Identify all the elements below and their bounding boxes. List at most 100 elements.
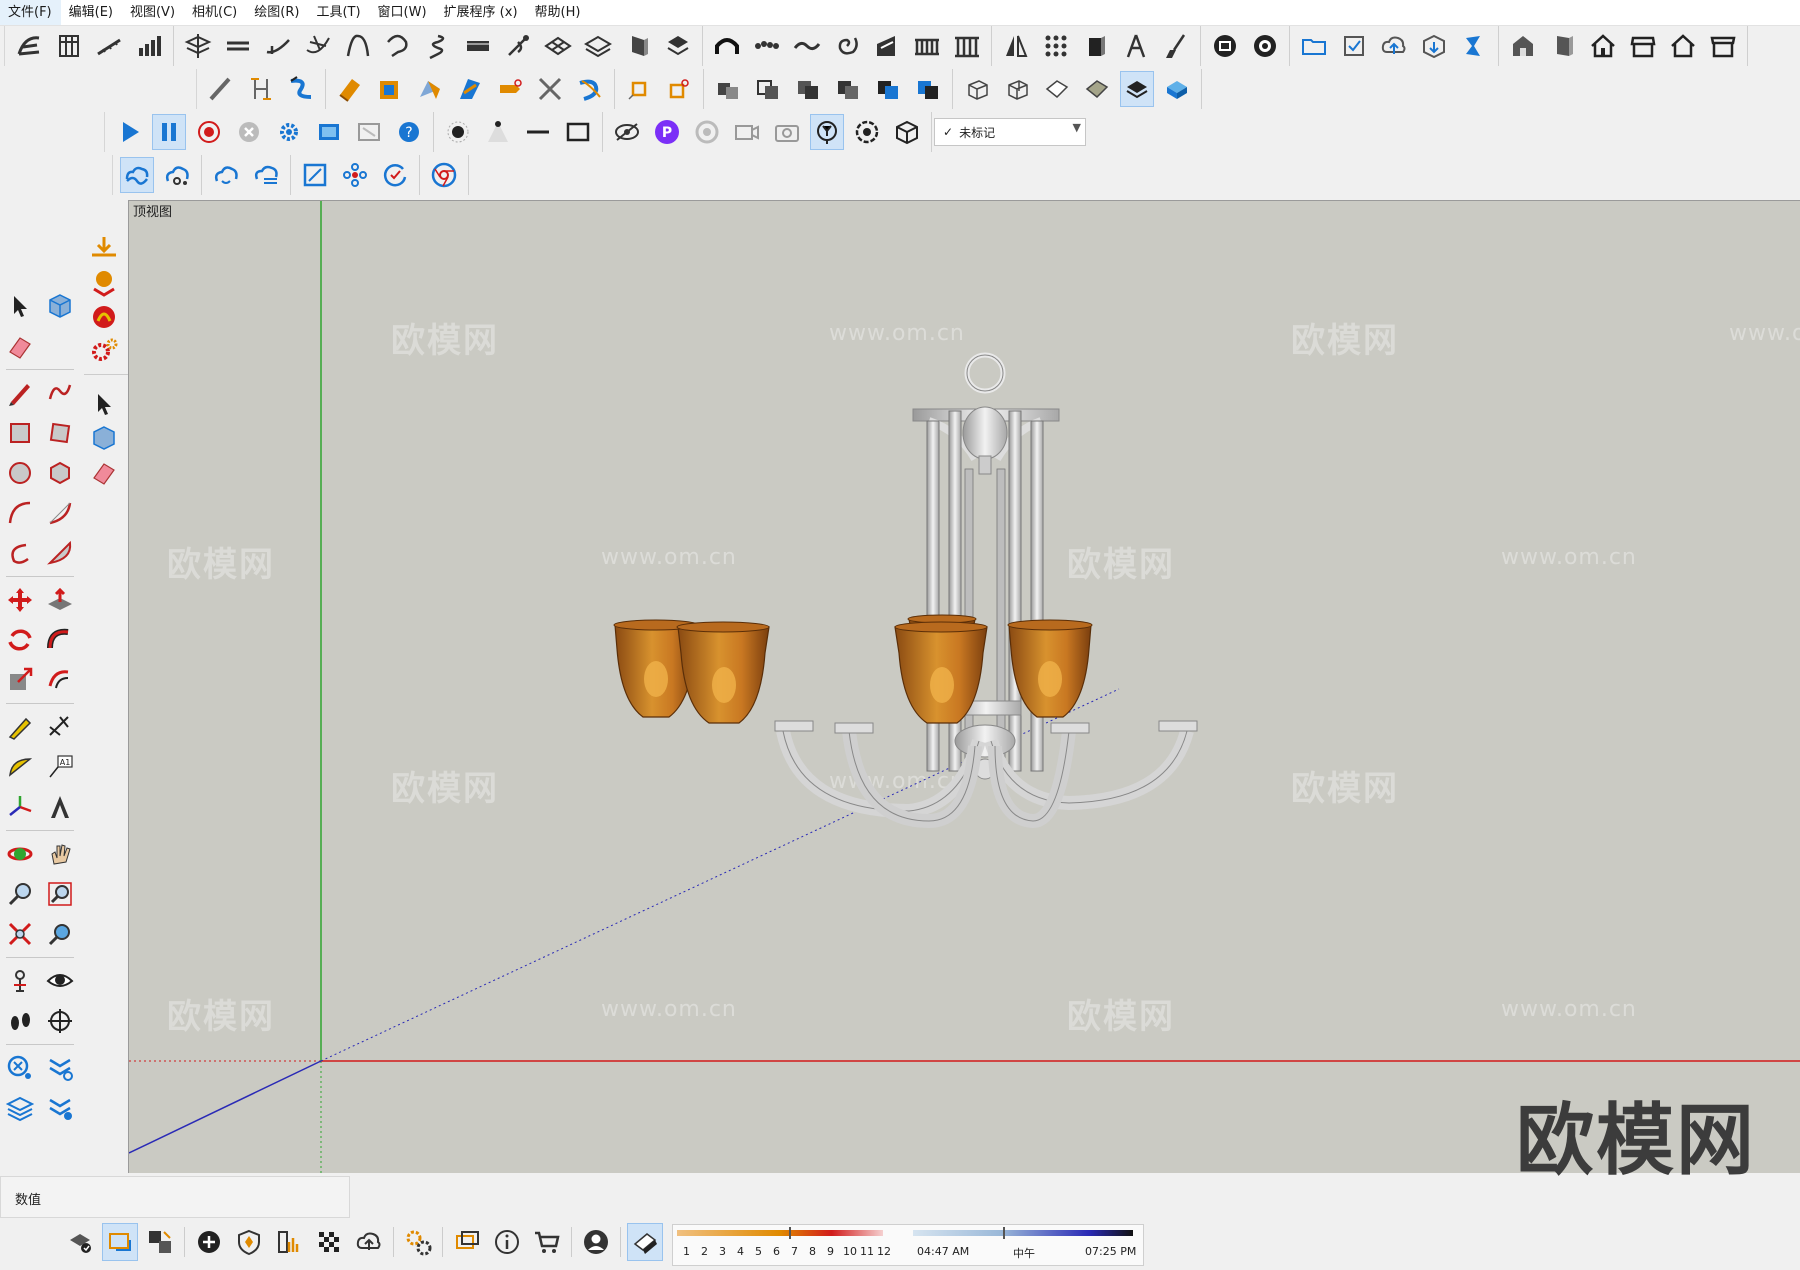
eraser-icon[interactable] bbox=[3, 329, 37, 363]
flower-icon[interactable] bbox=[851, 115, 883, 149]
record-icon[interactable] bbox=[193, 115, 225, 149]
box-blue-icon[interactable] bbox=[1161, 72, 1193, 106]
cross-cut-icon[interactable] bbox=[534, 72, 566, 106]
box-down-icon[interactable] bbox=[891, 115, 923, 149]
house-3d-icon[interactable] bbox=[1507, 29, 1539, 63]
brush-icon[interactable] bbox=[1160, 29, 1192, 63]
video-icon[interactable] bbox=[313, 115, 345, 149]
measurements-box[interactable]: 数值 bbox=[0, 1176, 350, 1218]
beads-icon[interactable] bbox=[751, 29, 783, 63]
cloud-refresh-icon[interactable] bbox=[210, 158, 242, 192]
cabinet-icon[interactable] bbox=[1547, 29, 1579, 63]
pan-hand-icon[interactable] bbox=[43, 837, 77, 871]
chat-icon[interactable] bbox=[450, 1224, 484, 1260]
stairs-icon[interactable] bbox=[93, 29, 125, 63]
rotate-box-icon[interactable] bbox=[663, 72, 695, 106]
scale-icon[interactable] bbox=[3, 663, 37, 697]
box-wire-icon[interactable] bbox=[961, 72, 993, 106]
camera-video-icon[interactable] bbox=[731, 115, 763, 149]
wall-icon[interactable] bbox=[53, 29, 85, 63]
pause-icon[interactable] bbox=[152, 114, 186, 150]
position-camera-icon[interactable] bbox=[3, 964, 37, 998]
cloud-line-icon[interactable] bbox=[120, 157, 154, 193]
section-plane-icon[interactable] bbox=[43, 1004, 77, 1038]
info-icon[interactable] bbox=[490, 1224, 524, 1260]
push-pull-icon[interactable] bbox=[43, 583, 77, 617]
cone-light-icon[interactable] bbox=[482, 115, 514, 149]
zoom-icon[interactable] bbox=[3, 877, 37, 911]
eraser-2-icon[interactable] bbox=[87, 455, 121, 489]
cloud-list-icon[interactable] bbox=[250, 158, 282, 192]
box-download-icon[interactable] bbox=[1418, 29, 1450, 63]
transfer-icon[interactable] bbox=[143, 1224, 177, 1260]
bar-chart-icon[interactable] bbox=[133, 29, 165, 63]
folder-icon[interactable] bbox=[1298, 29, 1330, 63]
column-icon[interactable] bbox=[622, 29, 654, 63]
loop-icon[interactable] bbox=[382, 29, 414, 63]
intersect-icon[interactable] bbox=[832, 72, 864, 106]
add-circle-icon[interactable] bbox=[192, 1224, 226, 1260]
hide-icon[interactable] bbox=[611, 115, 643, 149]
colonnade-icon[interactable] bbox=[951, 29, 983, 63]
dimension-tool-icon[interactable] bbox=[43, 710, 77, 744]
zoom-extents-icon[interactable] bbox=[3, 917, 37, 951]
time-slider-track[interactable] bbox=[913, 1230, 1133, 1236]
orbit-icon[interactable] bbox=[3, 837, 37, 871]
store-icon[interactable] bbox=[1707, 29, 1739, 63]
menu-file[interactable]: 文件(F) bbox=[0, 0, 61, 25]
walk-icon[interactable] bbox=[3, 1004, 37, 1038]
shop-icon[interactable] bbox=[1627, 29, 1659, 63]
line-split-icon[interactable] bbox=[222, 29, 254, 63]
ruler-cut-icon[interactable] bbox=[494, 72, 526, 106]
swap-icon[interactable] bbox=[102, 1223, 138, 1261]
home-icon[interactable] bbox=[1587, 29, 1619, 63]
line-icon[interactable] bbox=[522, 115, 554, 149]
camera-icon[interactable] bbox=[771, 115, 803, 149]
help-icon[interactable]: ? bbox=[393, 115, 425, 149]
month-slider-thumb[interactable] bbox=[789, 1227, 791, 1239]
balustrade-icon[interactable] bbox=[911, 29, 943, 63]
fire-plugin-icon[interactable] bbox=[87, 300, 121, 334]
gear-cluster-icon[interactable] bbox=[401, 1224, 435, 1260]
look-around-icon[interactable] bbox=[43, 964, 77, 998]
shadow-toggle-icon[interactable] bbox=[627, 1223, 663, 1261]
building-chart-icon[interactable] bbox=[272, 1224, 306, 1260]
component-2-icon[interactable] bbox=[87, 421, 121, 455]
select-arrow-2-icon[interactable] bbox=[87, 387, 121, 421]
chevron-down-icon[interactable]: ▼ bbox=[1073, 121, 1081, 134]
refresh-check-icon[interactable] bbox=[379, 158, 411, 192]
axes-icon[interactable] bbox=[3, 790, 37, 824]
box-face-icon[interactable] bbox=[1041, 72, 1073, 106]
dimension-icon[interactable] bbox=[245, 72, 277, 106]
tag-selector[interactable]: ✓ 未标记 ▼ bbox=[932, 114, 1102, 150]
dot-icon[interactable] bbox=[442, 115, 474, 149]
download-orange-icon[interactable] bbox=[87, 232, 121, 266]
layers-tool-icon[interactable] bbox=[3, 1091, 37, 1125]
push-box-icon[interactable] bbox=[374, 72, 406, 106]
model-viewport[interactable]: 顶视图 欧模网 www.om.cn 欧模网 www.om.cn 欧模网 www.… bbox=[128, 200, 1800, 1173]
menu-camera[interactable]: 相机(C) bbox=[184, 0, 246, 25]
mirror-icon[interactable] bbox=[1000, 29, 1032, 63]
rectangle-icon[interactable] bbox=[3, 416, 37, 450]
arc-3pt-icon[interactable] bbox=[3, 536, 37, 570]
time-slider-thumb[interactable] bbox=[1003, 1227, 1005, 1239]
pie-icon[interactable] bbox=[43, 536, 77, 570]
trim-icon[interactable] bbox=[872, 72, 904, 106]
play-icon[interactable] bbox=[113, 115, 145, 149]
shadow-settings-bar[interactable]: 1 2 3 4 5 6 7 8 9 10 11 12 04:47 AM 中午 0… bbox=[672, 1224, 1144, 1266]
pen-node-icon[interactable] bbox=[502, 29, 534, 63]
slab-icon[interactable] bbox=[462, 29, 494, 63]
month-slider-track[interactable] bbox=[677, 1230, 883, 1236]
layers-plate-icon[interactable] bbox=[182, 29, 214, 63]
array-icon[interactable] bbox=[1040, 29, 1072, 63]
geo-location-icon[interactable] bbox=[63, 1224, 97, 1260]
cloud-upload-icon[interactable] bbox=[1378, 29, 1410, 63]
subtract-icon[interactable] bbox=[792, 72, 824, 106]
resize-icon[interactable] bbox=[299, 158, 331, 192]
tape-measure-icon[interactable] bbox=[3, 710, 37, 744]
cubes-icon[interactable] bbox=[712, 72, 744, 106]
ring-icon[interactable] bbox=[691, 115, 723, 149]
loft-icon[interactable] bbox=[574, 72, 606, 106]
settings-icon[interactable] bbox=[273, 115, 305, 149]
arc-2pt-icon[interactable] bbox=[43, 496, 77, 530]
